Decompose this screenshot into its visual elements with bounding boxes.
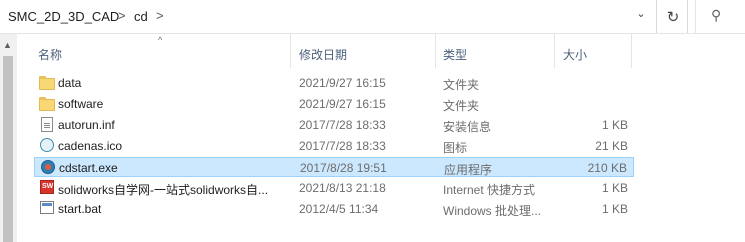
file-type: 文件夹 [443,99,480,113]
column-header-modified[interactable]: 修改日期 [299,46,347,63]
internet-shortcut-icon [40,180,54,194]
file-modified-date: 2021/8/13 21:18 [299,181,386,195]
file-row[interactable]: solidworks自学网-一站式solidworks自... 2021/8/13… [34,178,634,198]
column-header-name[interactable]: 名称 [38,46,62,63]
address-history-dropdown-icon[interactable]: ⌄ [633,7,649,25]
file-type: Windows 批处理... [443,204,542,218]
file-row[interactable]: software 2021/9/27 16:15 文件夹 [34,94,634,114]
folder-icon [39,76,55,90]
file-type: 图标 [443,141,468,155]
file-type: 安装信息 [443,120,492,134]
scroll-up-arrow-icon[interactable]: ▲ [3,40,12,50]
search-icon: ⚲ [711,7,722,23]
file-row[interactable]: start.bat 2012/4/5 11:34 Windows 批处理... 1 K… [34,199,634,219]
column-header-size[interactable]: 大小 [563,46,587,63]
file-modified-date: 2017/8/28 19:51 [300,161,387,175]
file-name: start.bat [58,202,102,216]
folder-icon [39,97,55,111]
search-box[interactable]: ⚲ [695,0,745,33]
file-type: Internet 快捷方式 [443,183,536,197]
breadcrumb-separator[interactable]: > [156,8,164,23]
file-name: cdstart.exe [59,161,118,175]
refresh-button[interactable]: ↻ [659,0,688,33]
application-icon [41,160,55,174]
breadcrumb-separator[interactable]: > [118,8,126,23]
file-name: autorun.inf [58,118,115,132]
file-type: 文件夹 [443,78,480,92]
file-modified-date: 2012/4/5 11:34 [299,202,379,216]
address-bar[interactable]: SMC_2D_3D_CAD > cd > ⌄ [0,0,657,33]
breadcrumb-smc-2d-3d-cad[interactable]: SMC_2D_3D_CAD [8,9,119,24]
refresh-icon: ↻ [666,8,680,26]
file-modified-date: 2021/9/27 16:15 [299,76,386,90]
file-size: 210 KB [587,161,627,175]
file-type: 应用程序 [444,163,493,177]
navigation-pane-scrollbar[interactable]: ▲ [0,34,17,242]
sort-ascending-icon: ^ [158,35,163,45]
column-header-row: 名称 修改日期 类型 大小 [34,34,634,68]
file-row[interactable]: cadenas.ico 2017/7/28 18:33 图标 21 KB [34,136,634,156]
file-size: 1 KB [601,118,628,132]
scrollbar-thumb[interactable] [3,56,13,242]
file-name: data [58,76,82,90]
file-modified-date: 2017/7/28 18:33 [299,118,386,132]
file-size: 21 KB [595,139,628,153]
breadcrumb-cd[interactable]: cd [134,9,148,24]
file-row[interactable]: data 2021/9/27 16:15 文件夹 [34,73,634,93]
file-modified-date: 2017/7/28 18:33 [299,139,386,153]
column-divider[interactable] [554,34,555,68]
column-divider[interactable] [290,34,291,68]
batch-file-icon [40,201,54,214]
file-name: software [58,97,104,111]
file-row[interactable]: autorun.inf 2017/7/28 18:33 安装信息 1 KB [34,115,634,135]
file-row[interactable]: cdstart.exe 2017/8/28 19:51 应用程序 210 KB [34,157,634,177]
file-size: 1 KB [601,181,628,195]
setup-info-icon [41,117,53,132]
file-name: solidworks自学网-一站式solidworks自... [58,183,269,197]
file-modified-date: 2021/9/27 16:15 [299,97,386,111]
column-divider[interactable] [631,34,632,68]
file-size: 1 KB [601,202,628,216]
file-name: cadenas.ico [58,139,123,153]
column-divider[interactable] [435,34,436,68]
ico-file-icon [40,138,54,152]
column-header-type[interactable]: 类型 [443,46,467,63]
